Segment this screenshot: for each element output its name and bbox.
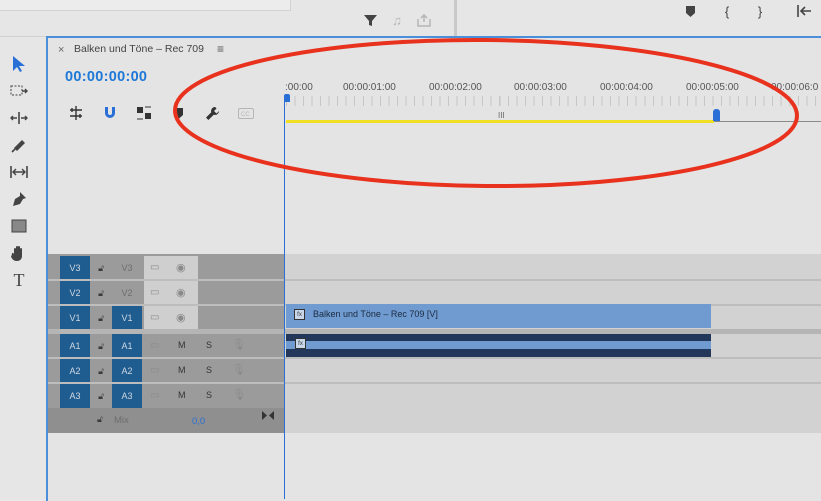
microphone-icon[interactable]: 🎙︎ bbox=[232, 363, 246, 376]
go-to-in-icon[interactable] bbox=[794, 2, 814, 20]
lock-icon[interactable]: 🔓︎ bbox=[92, 281, 110, 305]
lock-icon[interactable]: 🔓︎ bbox=[92, 306, 110, 330]
pen-tool-icon[interactable] bbox=[7, 188, 31, 210]
mix-volume-value[interactable]: 0,0 bbox=[192, 416, 205, 427]
track-target-v3[interactable]: V3 bbox=[60, 256, 90, 280]
source-patch-v2[interactable]: V2 bbox=[112, 281, 142, 305]
ruler-label: 00:00:06:0 bbox=[771, 82, 819, 93]
lock-icon[interactable]: 🔓︎ bbox=[92, 384, 110, 408]
ruler-label: :00:00 bbox=[285, 82, 313, 93]
sync-lock-icon[interactable]: ▭ bbox=[150, 262, 159, 273]
source-patch-a1[interactable]: A1 bbox=[112, 334, 142, 358]
lock-icon[interactable]: 🔓︎ bbox=[92, 334, 110, 358]
work-area-track bbox=[714, 121, 821, 122]
ruler-label: 00:00:04:00 bbox=[600, 82, 653, 93]
add-marker-icon[interactable] bbox=[168, 104, 188, 122]
eye-icon[interactable]: ◉ bbox=[176, 261, 186, 274]
solo-button[interactable]: S bbox=[206, 365, 212, 375]
svg-text:CC: CC bbox=[241, 112, 250, 118]
mute-button[interactable]: M bbox=[178, 390, 186, 400]
type-tool-icon[interactable]: T bbox=[7, 269, 31, 291]
solo-button[interactable]: S bbox=[206, 390, 212, 400]
playhead-timecode[interactable]: 00:00:00:00 bbox=[65, 69, 147, 85]
slip-tool-icon[interactable] bbox=[7, 161, 31, 183]
lock-icon[interactable]: 🔓︎ bbox=[92, 359, 110, 383]
solo-button[interactable]: S bbox=[206, 340, 212, 350]
work-area-bar[interactable] bbox=[286, 120, 714, 123]
selection-tool-icon[interactable] bbox=[7, 53, 31, 75]
sync-lock-icon[interactable]: ▭ bbox=[150, 365, 159, 376]
track-target-v1[interactable]: V1 bbox=[60, 306, 90, 330]
ruler-ticks bbox=[286, 96, 821, 106]
audio-track-a1: A1 🔓︎ A1 ▭ M S 🎙︎ bbox=[48, 334, 284, 358]
video-track-v3: V3 🔓︎ V3 ▭ ◉ bbox=[48, 256, 284, 280]
playhead-line[interactable] bbox=[284, 96, 285, 499]
microphone-icon[interactable]: 🎙︎ bbox=[232, 338, 246, 351]
playhead-handle[interactable] bbox=[284, 94, 290, 102]
in-point-icon[interactable]: { bbox=[719, 2, 735, 20]
panel-menu-icon[interactable]: ≡ bbox=[217, 42, 224, 56]
microphone-icon[interactable]: 🎙︎ bbox=[232, 388, 246, 401]
video-clip-label: Balken und Töne – Rec 709 [V] bbox=[313, 309, 438, 319]
video-track-v2: V2 🔓︎ V2 ▭ ◉ bbox=[48, 281, 284, 305]
top-left-inner-panel bbox=[0, 0, 291, 11]
mute-button[interactable]: M bbox=[178, 365, 186, 375]
track-target-a3[interactable]: A3 bbox=[60, 384, 90, 408]
sync-lock-icon[interactable]: ▭ bbox=[150, 390, 159, 401]
track-target-a1[interactable]: A1 bbox=[60, 334, 90, 358]
audio-track-a3: A3 🔓︎ A3 ▭ M S 🎙︎ bbox=[48, 384, 284, 408]
filter-icon[interactable] bbox=[362, 12, 378, 28]
fx-badge: fx bbox=[295, 338, 306, 349]
track-target-a2[interactable]: A2 bbox=[60, 359, 90, 383]
source-patch-a2[interactable]: A2 bbox=[112, 359, 142, 383]
linked-selection-icon[interactable] bbox=[134, 104, 154, 122]
fx-badge: fx bbox=[294, 309, 305, 320]
ruler-label: 00:00:01:00 bbox=[343, 82, 396, 93]
captions-icon[interactable]: CC bbox=[236, 104, 256, 122]
mix-label: Mix bbox=[114, 415, 129, 426]
close-tab-icon[interactable]: × bbox=[58, 44, 64, 56]
hand-tool-icon[interactable] bbox=[7, 242, 31, 264]
eye-icon[interactable]: ◉ bbox=[176, 311, 186, 324]
export-icon[interactable] bbox=[415, 11, 433, 29]
sync-lock-icon[interactable]: ▭ bbox=[150, 287, 159, 298]
music-note-icon[interactable]: ♫ bbox=[388, 11, 406, 29]
track-select-tool-icon[interactable] bbox=[7, 80, 31, 102]
sequence-tab-title[interactable]: Balken und Töne – Rec 709 bbox=[74, 43, 204, 55]
go-to-end-icon[interactable] bbox=[262, 411, 274, 423]
audio-waveform bbox=[286, 341, 711, 349]
mix-track bbox=[48, 408, 284, 433]
video-track-v1: V1 🔓︎ V1 ▭ ◉ bbox=[48, 306, 284, 330]
lock-icon[interactable]: 🔓︎ bbox=[97, 414, 103, 425]
track-target-v2[interactable]: V2 bbox=[60, 281, 90, 305]
ripple-edit-tool-icon[interactable] bbox=[7, 107, 31, 129]
ruler-label: 00:00:03:00 bbox=[514, 82, 567, 93]
lock-icon[interactable]: 🔓︎ bbox=[92, 256, 110, 280]
ruler-label: 00:00:05:00 bbox=[686, 82, 739, 93]
mute-button[interactable]: M bbox=[178, 340, 186, 350]
sync-lock-icon[interactable]: ▭ bbox=[150, 340, 159, 351]
nest-sequence-icon[interactable] bbox=[66, 104, 86, 122]
ruler-label: 00:00:02:00 bbox=[429, 82, 482, 93]
source-patch-v1[interactable]: V1 bbox=[112, 306, 142, 330]
eye-icon[interactable]: ◉ bbox=[176, 286, 186, 299]
work-area-end-handle[interactable] bbox=[713, 109, 720, 121]
sync-lock-icon[interactable]: ▭ bbox=[150, 312, 159, 323]
audio-track-a2: A2 🔓︎ A2 ▭ M S 🎙︎ bbox=[48, 359, 284, 383]
source-patch-a3[interactable]: A3 bbox=[112, 384, 142, 408]
rectangle-tool-icon[interactable] bbox=[7, 215, 31, 237]
work-area-grip-icon[interactable]: III bbox=[498, 111, 505, 120]
razor-tool-icon[interactable] bbox=[7, 134, 31, 156]
out-point-icon[interactable]: } bbox=[752, 2, 768, 20]
source-patch-v3[interactable]: V3 bbox=[112, 256, 142, 280]
snap-icon[interactable] bbox=[100, 104, 120, 122]
marker-icon[interactable] bbox=[682, 3, 698, 19]
wrench-settings-icon[interactable] bbox=[202, 104, 222, 122]
